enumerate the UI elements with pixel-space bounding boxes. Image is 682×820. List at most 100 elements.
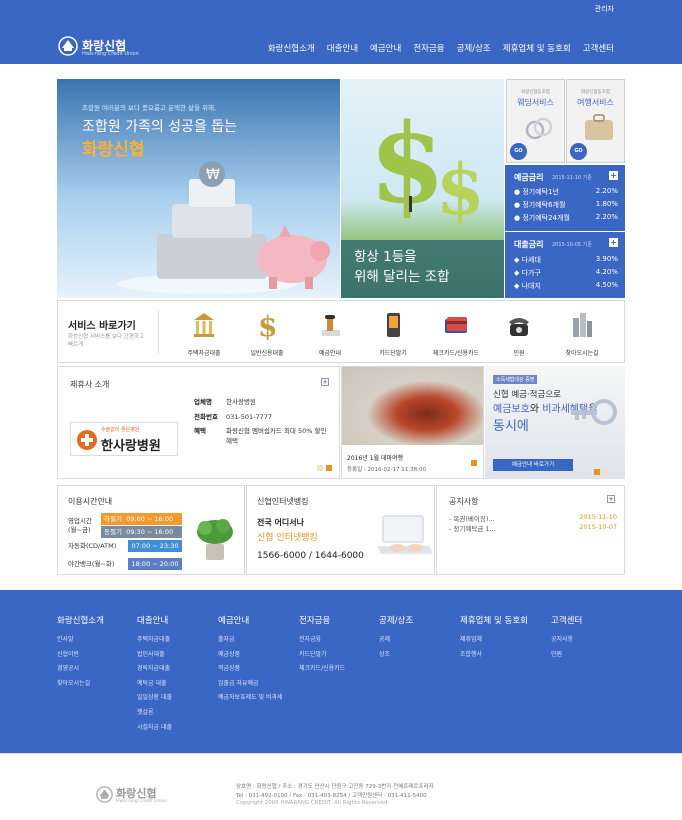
deposit-guide-button[interactable]: 예금안내 바로가기 bbox=[493, 459, 573, 471]
footer-copyright: 화랑신협 Hwa-rang Credit Union 상호명 : 화랑신협 / … bbox=[0, 753, 682, 820]
svg-text:$: $ bbox=[258, 310, 277, 340]
dollar-sign-sculpture-illustration: $ $ bbox=[369, 99, 485, 231]
internet-banking-panel[interactable]: 신협인터넷뱅킹 전국 어디서나 신협 인터넷뱅킹 1566-6000 / 164… bbox=[246, 485, 435, 575]
footer-heading[interactable]: 전자금융 bbox=[299, 614, 345, 626]
footer-link[interactable]: 민원 bbox=[551, 648, 582, 663]
footer-column-deposit: 예금안내 출자금 예금상품 적금상품 입출금 자유예금 예금자보호제도 및 비과… bbox=[218, 614, 283, 706]
hospital-logo[interactable]: 수술없이 좋은병원 한사랑병원 bbox=[70, 422, 178, 456]
footer-link[interactable]: 인사말 bbox=[57, 633, 104, 648]
quick-item-directions[interactable]: 찾아오시는길 bbox=[552, 307, 612, 359]
quick-item-complaint[interactable]: 민원 bbox=[489, 307, 549, 359]
notice-item[interactable]: - 복권(베이징)... 2015-11-10 bbox=[449, 513, 617, 523]
banner-keyword-protection: 예금보호 bbox=[493, 404, 530, 415]
gallery-panel[interactable]: 2016년 1월 데마여행 등록일 : 2016-02-17 11:38:00 bbox=[341, 366, 484, 479]
footer-link[interactable]: 체크카드/신용카드 bbox=[299, 662, 345, 677]
footer-link[interactable]: 일일상환 대출 bbox=[137, 691, 172, 706]
footer-heading[interactable]: 대출안내 bbox=[137, 614, 172, 626]
footer-link[interactable]: 햇살론 bbox=[137, 706, 172, 721]
copyright-notice: Copyright 2005 HWARANG CREDIT. All Right… bbox=[236, 800, 390, 806]
footer-link[interactable]: 예탁금 대출 bbox=[137, 677, 172, 692]
svg-text:$: $ bbox=[369, 99, 446, 228]
footer-link[interactable]: 예금자보호제도 및 비과세 bbox=[218, 691, 283, 706]
notice-item-title: - 정기예탁금 1... bbox=[449, 525, 496, 533]
slogan-visual-banner[interactable]: $ $ 항상 1등을 위해 달리는 조합 bbox=[341, 79, 504, 298]
wedding-go-button[interactable]: GO bbox=[510, 143, 527, 160]
nav-item-deposit[interactable]: 예금안내 bbox=[370, 42, 401, 54]
summer-hours-badge: 하절기 09:00 ~ 16:00 bbox=[101, 513, 182, 525]
partner-title: 제휴사 소개 bbox=[70, 380, 110, 389]
deposit-rate-more-button[interactable]: + bbox=[609, 171, 618, 180]
footer-link[interactable]: 시설자금 대출 bbox=[137, 721, 172, 736]
quick-item-label: 찾아오시는길 bbox=[565, 350, 599, 357]
tax-free-deposit-banner[interactable]: 소득세법대상 증명 신협 예금·적금으로 예금보호와 비과세혜택을 동시에 예금… bbox=[485, 366, 625, 479]
quick-service-title: 서비스 바로가기 bbox=[68, 321, 136, 332]
svg-text:$: $ bbox=[436, 148, 485, 231]
footer-link[interactable]: 적금상품 bbox=[218, 662, 283, 677]
footer-link[interactable]: 경영공시 bbox=[57, 662, 104, 677]
partner-slide-indicator-active[interactable] bbox=[326, 465, 332, 471]
nav-item-support[interactable]: 고객센터 bbox=[583, 42, 614, 54]
deposit-rate-date: 2015-11-10 기준 bbox=[552, 175, 592, 181]
partner-slide-indicator[interactable] bbox=[317, 465, 323, 471]
footer-link[interactable]: 신협이란 bbox=[57, 648, 104, 663]
loan-rate-more-button[interactable]: + bbox=[609, 238, 618, 247]
quick-item-credit-loan[interactable]: $ 일반신용대출 bbox=[237, 307, 297, 359]
potted-plant-icon bbox=[197, 519, 233, 560]
notice-item[interactable]: - 정기예탁금 1... 2015-10-07 bbox=[449, 523, 617, 533]
footer-link[interactable]: 카드단말기 bbox=[299, 648, 345, 663]
footer-link[interactable]: 법인사대출 bbox=[137, 648, 172, 663]
hospital-emblem-icon bbox=[77, 430, 97, 450]
site-logo[interactable]: 화랑신협 Hwa-rang Credit Union bbox=[58, 36, 148, 58]
footer-link[interactable]: 찾아오시는길 bbox=[57, 677, 104, 692]
footer-link[interactable]: 전자금융 bbox=[299, 633, 345, 648]
hero-headline: 조합원 가족의 성공을 돕는 bbox=[82, 119, 238, 135]
quick-item-deposit[interactable]: 예금안내 bbox=[300, 307, 360, 359]
main-visual-banner[interactable]: 조합원 여러분의 보다 풍요롭고 윤택한 삶을 위해, 조합원 가족의 성공을 … bbox=[57, 79, 340, 298]
footer-link[interactable]: 입출금 자유예금 bbox=[218, 677, 283, 692]
footer-link[interactable]: 출자금 bbox=[218, 633, 283, 648]
travel-go-button[interactable]: GO bbox=[570, 143, 587, 160]
footer-column-loan: 대출안내 주택자금대출 법인사대출 경락자금대출 예탁금 대출 일일상환 대출 … bbox=[137, 614, 172, 735]
winter-hours: 09:30 ~ 16:00 bbox=[126, 528, 174, 536]
partner-info-value: 화랑신협 멤버쉽카드 최대 50% 할인 혜택 bbox=[226, 427, 327, 445]
nav-item-about[interactable]: 화랑신협소개 bbox=[268, 42, 315, 54]
hours-title: 이용시간안내 bbox=[68, 497, 113, 506]
quick-item-check-credit-card[interactable]: 체크카드/신용카드 bbox=[426, 307, 486, 359]
footer-heading[interactable]: 고객센터 bbox=[551, 614, 582, 626]
footer-link[interactable]: 공지사항 bbox=[551, 633, 582, 648]
notice-item-date: 2015-11-10 bbox=[579, 513, 617, 521]
footer-heading[interactable]: 예금안내 bbox=[218, 614, 283, 626]
banner-indicator[interactable] bbox=[603, 469, 609, 475]
footer-link[interactable]: 예금상품 bbox=[218, 648, 283, 663]
quick-item-housing-loan[interactable]: 주택자금대출 bbox=[174, 307, 234, 359]
gallery-indicator[interactable] bbox=[471, 460, 477, 466]
wedding-service-card[interactable]: 화랑신협동조합 웨딩서비스 GO bbox=[506, 79, 565, 163]
rate-row: ◆ 나대지 4.50% bbox=[514, 281, 618, 291]
gallery-title: 2016년 1월 데마여행 bbox=[347, 455, 404, 462]
gallery-date: 등록일 : 2016-02-17 11:38:00 bbox=[347, 467, 426, 473]
admin-link[interactable]: 관리자 bbox=[595, 4, 614, 14]
nav-item-loan[interactable]: 대출안내 bbox=[327, 42, 358, 54]
nav-item-insurance[interactable]: 공제/상조 bbox=[457, 42, 491, 54]
rate-row: ◆ 다가구 4.20% bbox=[514, 268, 618, 278]
footer-heading[interactable]: 공제/상조 bbox=[379, 614, 413, 626]
banner-indicator-active[interactable] bbox=[594, 469, 600, 475]
footer-link[interactable]: 주택자금대출 bbox=[137, 633, 172, 648]
footer-link[interactable]: 공제 bbox=[379, 633, 413, 648]
footer-heading[interactable]: 화랑신협소개 bbox=[57, 614, 104, 626]
notice-more-button[interactable]: + bbox=[607, 495, 615, 503]
footer-link[interactable]: 조합행사 bbox=[460, 648, 528, 663]
rate-value: 1.80% bbox=[595, 200, 618, 208]
footer-column-partners: 제휴업체 및 동호회 제휴업체 조합행사 bbox=[460, 614, 528, 662]
partner-more-button[interactable]: + bbox=[321, 378, 329, 386]
travel-service-card[interactable]: 화랑신협동조합 여행서비스 GO bbox=[566, 79, 625, 163]
footer-link[interactable]: 제휴업체 bbox=[460, 633, 528, 648]
quick-item-card-terminal[interactable]: 카드단말기 bbox=[363, 307, 423, 359]
nav-item-partners[interactable]: 제휴업체 및 동호회 bbox=[503, 42, 571, 54]
footer-link[interactable]: 상조 bbox=[379, 648, 413, 663]
night-bank-badge: 18:00 ~ 20:00 bbox=[128, 558, 182, 570]
quick-item-label: 체크카드/신용카드 bbox=[432, 350, 480, 357]
footer-link[interactable]: 경락자금대출 bbox=[137, 662, 172, 677]
nav-item-ebanking[interactable]: 전자금융 bbox=[413, 42, 444, 54]
footer-heading[interactable]: 제휴업체 및 동호회 bbox=[460, 614, 528, 626]
